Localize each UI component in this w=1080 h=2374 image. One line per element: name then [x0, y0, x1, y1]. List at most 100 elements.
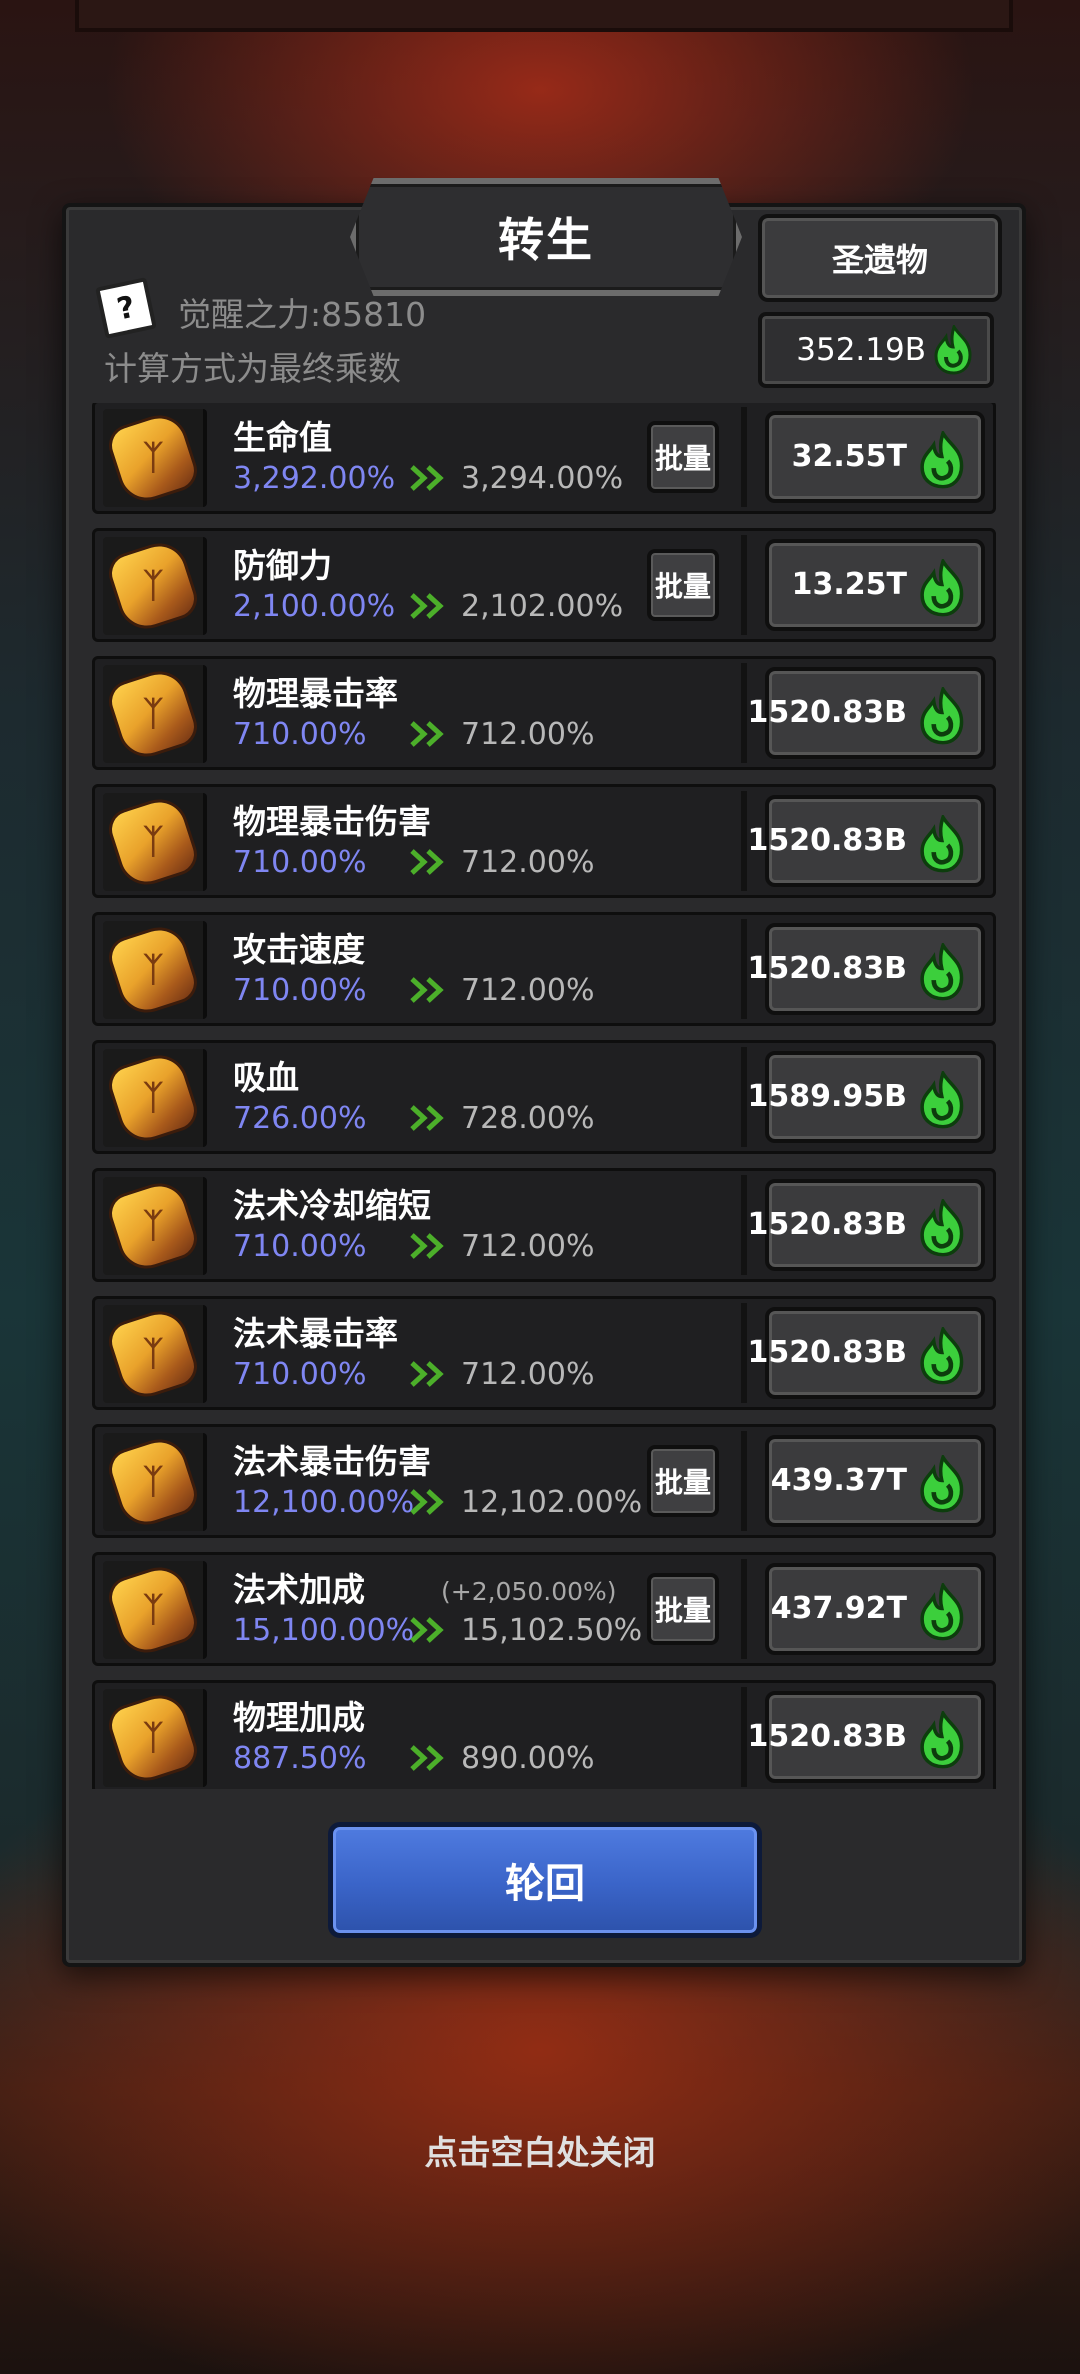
row-divider: [741, 1559, 747, 1659]
stat-info: ᛉ 攻击速度 710.00% 712.00%: [95, 915, 745, 1023]
double-chevron-right-icon: [410, 977, 444, 1003]
stat-current-value: 887.50%: [233, 1741, 367, 1776]
double-chevron-right-icon: [410, 721, 444, 747]
upgrade-cost-button[interactable]: 437.92T: [765, 1563, 985, 1655]
stat-next-value: 2,102.00%: [461, 589, 624, 624]
stat-info: ᛉ 物理暴击率 710.00% 712.00%: [95, 659, 745, 767]
close-hint[interactable]: 点击空白处关闭: [0, 2126, 1080, 2174]
upgrade-cost: 32.55T: [791, 439, 907, 474]
upgrade-cost-button[interactable]: 1520.83B: [747, 1179, 985, 1271]
stat-info: ᛉ 防御力 2,100.00% 2,102.00% 批量: [95, 531, 745, 639]
stat-next-value: 728.00%: [461, 1101, 595, 1136]
upgrade-cost-button[interactable]: 439.37T: [765, 1435, 985, 1527]
double-chevron-right-icon: [410, 1361, 444, 1387]
rune-stone-icon: ᛉ: [107, 1179, 199, 1273]
stat-next-value: 712.00%: [461, 973, 595, 1008]
green-flame-icon: [920, 1583, 964, 1641]
rune-stone-icon: ᛉ: [107, 1691, 199, 1785]
stat-icon-frame: ᛉ: [103, 1689, 207, 1787]
upgrade-cost: 1520.83B: [747, 1335, 907, 1370]
upgrade-cost-button[interactable]: 1520.83B: [747, 923, 985, 1015]
stat-row: ᛉ 吸血 726.00% 728.00% 1589.95B: [92, 1040, 996, 1154]
stat-current-value: 15,100.00%: [233, 1613, 415, 1648]
relic-button[interactable]: 圣遗物: [758, 214, 1002, 302]
stat-name: 攻击速度: [233, 930, 365, 969]
stat-name: 法术冷却缩短: [233, 1186, 431, 1225]
top-frame: [75, 0, 1013, 32]
stat-row: ᛉ 物理暴击率 710.00% 712.00% 1520.83B: [92, 656, 996, 770]
green-flame-icon: [920, 431, 964, 489]
stat-icon-frame: ᛉ: [103, 1049, 207, 1147]
stat-current-value: 710.00%: [233, 1229, 367, 1264]
upgrade-cost: 1520.83B: [747, 695, 907, 730]
upgrade-cost-button[interactable]: 1520.83B: [747, 1307, 985, 1399]
rune-stone-icon: ᛉ: [107, 411, 199, 505]
batch-button[interactable]: 批量: [647, 549, 719, 621]
rune-stone-icon: ᛉ: [107, 1051, 199, 1145]
upgrade-cost: 1520.83B: [747, 823, 907, 858]
green-flame-icon: [920, 1199, 964, 1257]
stat-next-value: 15,102.50%: [461, 1613, 643, 1648]
double-chevron-right-icon: [410, 593, 444, 619]
row-divider: [741, 919, 747, 1019]
green-flame-icon: [920, 943, 964, 1001]
stat-info: ᛉ 法术暴击伤害 12,100.00% 12,102.00% 批量: [95, 1427, 745, 1535]
upgrade-cost: 1589.95B: [747, 1079, 907, 1114]
upgrade-cost-button[interactable]: 1520.83B: [747, 795, 985, 887]
stat-name: 物理暴击率: [233, 674, 398, 713]
stat-name: 物理暴击伤害: [233, 802, 431, 841]
upgrade-cost-button[interactable]: 32.55T: [765, 411, 985, 503]
stat-info: ᛉ 法术冷却缩短 710.00% 712.00%: [95, 1171, 745, 1279]
row-divider: [741, 1175, 747, 1275]
rune-stone-icon: ᛉ: [107, 667, 199, 761]
upgrade-cost-button[interactable]: 1520.83B: [747, 667, 985, 759]
rune-stone-icon: ᛉ: [107, 539, 199, 633]
upgrade-cost-button[interactable]: 1589.95B: [747, 1051, 985, 1143]
double-chevron-right-icon: [410, 1105, 444, 1131]
green-flame-icon: [920, 687, 964, 745]
batch-button[interactable]: 批量: [647, 1573, 719, 1645]
title-banner: 转生: [350, 178, 742, 296]
stat-current-value: 710.00%: [233, 1357, 367, 1392]
stat-extra-value: (+2,050.00%): [441, 1577, 617, 1606]
upgrade-cost-button[interactable]: 13.25T: [765, 539, 985, 631]
dialog-title: 转生: [498, 213, 594, 267]
row-divider: [741, 1431, 747, 1531]
stat-next-value: 712.00%: [461, 1357, 595, 1392]
stat-next-value: 712.00%: [461, 717, 595, 752]
stat-current-value: 710.00%: [233, 717, 367, 752]
row-divider: [741, 1047, 747, 1147]
help-icon[interactable]: ?: [95, 277, 157, 339]
green-flame-icon: [920, 1455, 964, 1513]
stat-icon-frame: ᛉ: [103, 1433, 207, 1531]
row-divider: [741, 1687, 747, 1787]
double-chevron-right-icon: [410, 1489, 444, 1515]
row-divider: [741, 535, 747, 635]
upgrade-cost: 1520.83B: [747, 1719, 907, 1754]
upgrade-cost: 1520.83B: [747, 951, 907, 986]
stat-icon-frame: ᛉ: [103, 1561, 207, 1659]
stat-row: ᛉ 法术冷却缩短 710.00% 712.00% 1520.83B: [92, 1168, 996, 1282]
double-chevron-right-icon: [410, 849, 444, 875]
batch-button[interactable]: 批量: [647, 1445, 719, 1517]
upgrade-cost-button[interactable]: 1520.83B: [747, 1691, 985, 1783]
stat-current-value: 710.00%: [233, 973, 367, 1008]
rebirth-button[interactable]: 轮回: [328, 1822, 762, 1938]
stat-row: ᛉ 法术暴击率 710.00% 712.00% 1520.83B: [92, 1296, 996, 1410]
stat-list[interactable]: ᛉ 生命值 3,292.00% 3,294.00% 批量 32.55T ᛉ 防御…: [92, 403, 996, 1789]
green-flame-icon: [920, 1711, 964, 1769]
row-divider: [741, 663, 747, 763]
row-divider: [741, 1303, 747, 1403]
stat-icon-frame: ᛉ: [103, 537, 207, 635]
upgrade-cost: 437.92T: [770, 1591, 907, 1626]
upgrade-cost: 13.25T: [791, 567, 907, 602]
stat-next-value: 712.00%: [461, 1229, 595, 1264]
batch-button[interactable]: 批量: [647, 421, 719, 493]
stat-row: ᛉ 法术暴击伤害 12,100.00% 12,102.00% 批量 439.37…: [92, 1424, 996, 1538]
stat-name: 防御力: [233, 546, 332, 585]
double-chevron-right-icon: [410, 1745, 444, 1771]
stat-next-value: 12,102.00%: [461, 1485, 643, 1520]
stat-info: ᛉ 法术加成 (+2,050.00%) 15,100.00% 15,102.50…: [95, 1555, 745, 1663]
double-chevron-right-icon: [410, 465, 444, 491]
stat-name: 生命值: [233, 418, 332, 457]
